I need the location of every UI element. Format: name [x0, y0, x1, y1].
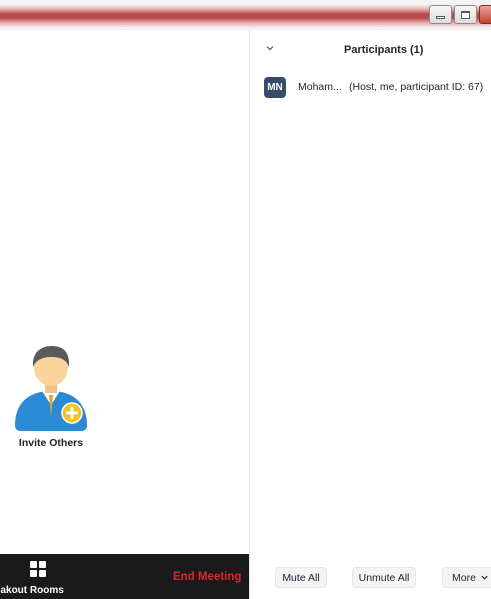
unmute-all-button[interactable]: Unmute All [352, 567, 416, 588]
more-label: More [452, 571, 476, 584]
invite-person-icon [15, 346, 87, 431]
participant-name: Moham... [298, 81, 342, 93]
meeting-toolbar: reakout Rooms End Meeting [0, 554, 249, 599]
maximize-icon [461, 10, 470, 19]
unmute-all-label: Unmute All [358, 571, 410, 584]
minimize-button[interactable] [429, 5, 452, 24]
more-button[interactable]: More [442, 567, 491, 588]
participant-role: (Host, me, participant ID: 67) [349, 81, 484, 93]
chevron-down-icon [481, 575, 488, 580]
meeting-area [0, 30, 249, 554]
mute-all-label: Mute All [282, 571, 320, 584]
participant-row[interactable]: MN Moham... (Host, me, participant ID: 6… [264, 77, 491, 99]
participants-title: Participants (1) [344, 44, 424, 56]
grid-icon [30, 561, 46, 577]
participants-panel: Participants (1) MN Moham... (Host, me, … [250, 30, 491, 599]
invite-others-label: Invite Others [18, 437, 84, 449]
minimize-icon [436, 16, 445, 19]
avatar: MN [264, 77, 286, 98]
maximize-button[interactable] [454, 5, 477, 24]
breakout-rooms-button[interactable]: reakout Rooms [0, 554, 80, 599]
end-meeting-button[interactable]: End Meeting [173, 571, 241, 583]
mute-all-button[interactable]: Mute All [275, 567, 327, 588]
close-button[interactable] [479, 5, 491, 24]
window-controls [427, 5, 491, 25]
invite-others-button[interactable]: Invite Others [8, 345, 94, 449]
breakout-rooms-label: reakout Rooms [0, 585, 64, 596]
participants-header: Participants (1) [250, 30, 491, 68]
chevron-down-icon[interactable] [265, 43, 275, 53]
title-bar [0, 0, 491, 30]
